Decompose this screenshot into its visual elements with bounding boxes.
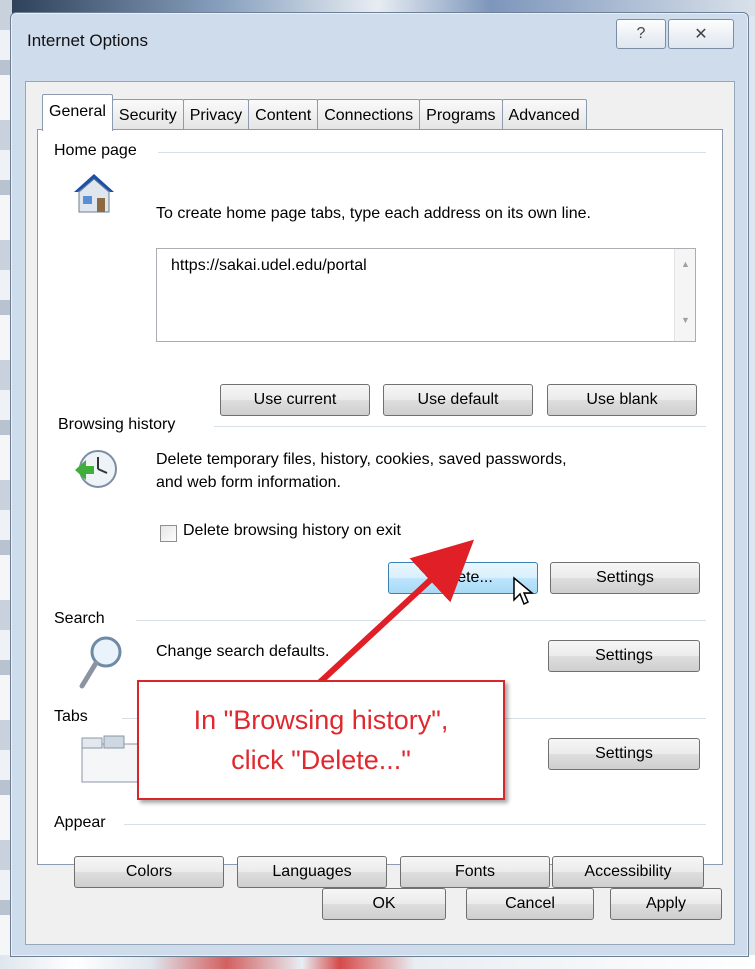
scroll-down-icon[interactable]: ▼ xyxy=(681,315,690,325)
home-icon xyxy=(70,170,118,221)
appearance-divider xyxy=(124,824,706,825)
fonts-button[interactable]: Fonts xyxy=(400,856,550,888)
tab-connections[interactable]: Connections xyxy=(317,99,421,131)
use-default-button[interactable]: Use default xyxy=(383,384,533,416)
help-icon: ? xyxy=(636,25,646,42)
tab-security[interactable]: Security xyxy=(111,99,184,131)
tab-programs[interactable]: Programs xyxy=(419,99,503,131)
magnifier-icon xyxy=(78,634,124,695)
accessibility-button[interactable]: Accessibility xyxy=(552,856,704,888)
browsing-history-description-line1: Delete temporary files, history, cookies… xyxy=(156,451,567,468)
history-clock-icon xyxy=(72,446,120,497)
callout-line1: In "Browsing history", xyxy=(193,705,449,735)
dialog-client-area: General Security Privacy Content Connect… xyxy=(25,81,735,945)
search-settings-button[interactable]: Settings xyxy=(548,640,700,672)
home-page-address-input[interactable]: https://sakai.udel.edu/portal ▲ ▼ xyxy=(156,248,696,342)
colors-button[interactable]: Colors xyxy=(74,856,224,888)
internet-options-dialog: Internet Options ? ✕ General Security Pr… xyxy=(10,12,749,957)
delete-on-exit-label[interactable]: Delete browsing history on exit xyxy=(183,522,401,540)
dialog-title: Internet Options xyxy=(27,31,148,50)
home-page-description: To create home page tabs, type each addr… xyxy=(156,205,591,222)
tabs-settings-button[interactable]: Settings xyxy=(548,738,700,770)
cancel-button[interactable]: Cancel xyxy=(466,888,594,920)
tab-general[interactable]: General xyxy=(42,94,113,131)
tab-content[interactable]: Content xyxy=(248,99,319,131)
close-button[interactable]: ✕ xyxy=(668,19,734,49)
background-bottom xyxy=(0,955,755,969)
browsing-history-divider xyxy=(214,426,706,427)
browsing-history-description: Delete temporary files, history, cookies… xyxy=(156,448,567,494)
delete-on-exit-checkbox[interactable] xyxy=(160,525,177,542)
appearance-group-label: Appear xyxy=(54,814,114,832)
use-current-button[interactable]: Use current xyxy=(220,384,370,416)
tab-advanced[interactable]: Advanced xyxy=(501,99,587,131)
browsing-history-settings-button[interactable]: Settings xyxy=(550,562,700,594)
search-description: Change search defaults. xyxy=(156,643,330,660)
help-button[interactable]: ? xyxy=(616,19,666,49)
tabs-icon xyxy=(80,734,140,789)
ok-button[interactable]: OK xyxy=(322,888,446,920)
home-page-address-value: https://sakai.udel.edu/portal xyxy=(171,257,367,274)
apply-button[interactable]: Apply xyxy=(610,888,722,920)
tabs-group-label: Tabs xyxy=(54,708,96,726)
callout-line2: click "Delete..." xyxy=(231,745,411,775)
address-scrollbar[interactable]: ▲ ▼ xyxy=(674,249,695,341)
tab-strip: General Security Privacy Content Connect… xyxy=(42,94,587,131)
scroll-up-icon[interactable]: ▲ xyxy=(681,259,690,269)
use-blank-button[interactable]: Use blank xyxy=(547,384,697,416)
search-divider xyxy=(136,620,706,621)
browsing-history-description-line2: and web form information. xyxy=(156,474,341,491)
close-icon: ✕ xyxy=(694,26,708,43)
languages-button[interactable]: Languages xyxy=(237,856,387,888)
home-page-divider xyxy=(158,152,706,153)
mouse-cursor-icon xyxy=(512,576,538,611)
home-page-group-label: Home page xyxy=(54,142,145,160)
search-group-label: Search xyxy=(54,610,113,628)
browsing-history-group-label: Browsing history xyxy=(58,416,184,434)
tab-privacy[interactable]: Privacy xyxy=(182,99,250,131)
instruction-callout: In "Browsing history", click "Delete..." xyxy=(137,680,505,800)
